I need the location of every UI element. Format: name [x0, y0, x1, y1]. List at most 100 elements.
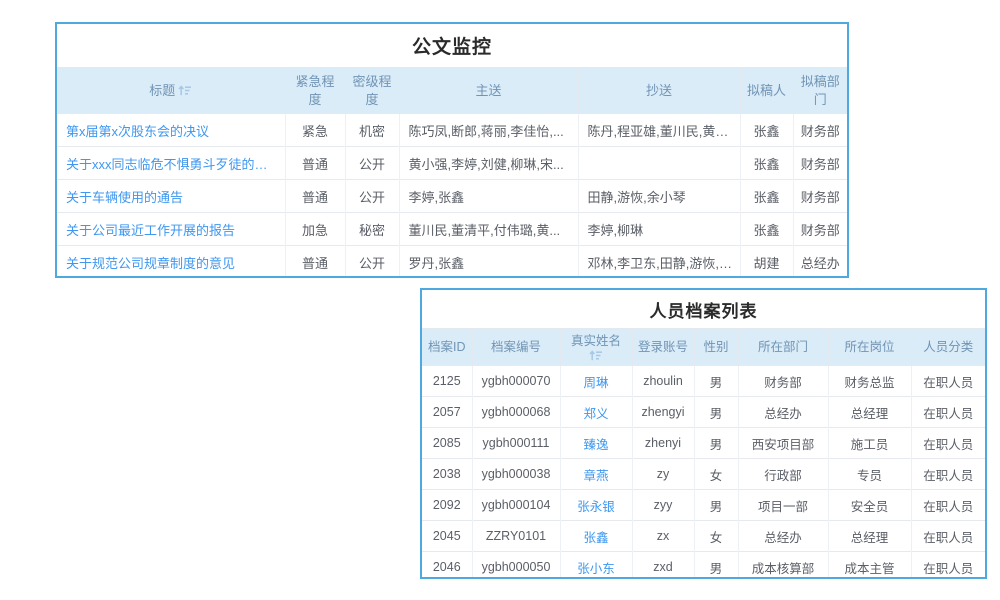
table-cell: 2038	[422, 459, 472, 490]
table-cell: 李婷,张鑫	[399, 180, 578, 213]
table-cell: 紧急	[285, 114, 345, 147]
table-cell: 张鑫	[740, 213, 793, 246]
column-header-5: 拟稿人	[740, 68, 793, 114]
table-cell: 张鑫	[740, 147, 793, 180]
table-cell: zy	[632, 459, 694, 490]
table-row: 2045ZZRY0101张鑫zx女总经办总经理在职人员	[422, 521, 985, 552]
table-row: 关于车辆使用的通告普通公开李婷,张鑫田静,游恢,余小琴张鑫财务部	[57, 180, 847, 213]
column-header-2[interactable]: 真实姓名	[560, 329, 632, 366]
table-cell: 公开	[345, 147, 399, 180]
table-cell: 财务部	[793, 114, 847, 147]
column-header-label: 所在岗位	[844, 340, 894, 354]
table-row: 关于公司最近工作开展的报告加急秘密董川民,董清平,付伟璐,黄...李婷,柳琳张鑫…	[57, 213, 847, 246]
column-header-0: 档案ID	[422, 329, 472, 366]
record-link[interactable]: 章燕	[560, 459, 632, 490]
table-cell: 行政部	[738, 459, 828, 490]
record-link[interactable]: 关于xxx同志临危不惧勇斗歹徒的通报	[57, 147, 285, 180]
sort-ascending-icon[interactable]	[589, 350, 603, 361]
table-cell: 2057	[422, 397, 472, 428]
record-link[interactable]: 张小东	[560, 552, 632, 580]
table-row: 关于xxx同志临危不惧勇斗歹徒的通报普通公开黄小强,李婷,刘健,柳琳,宋...张…	[57, 147, 847, 180]
table-cell: 成本主管	[828, 552, 911, 580]
table-cell: ygbh000050	[472, 552, 560, 580]
table-cell: ygbh000104	[472, 490, 560, 521]
table-cell: 女	[694, 459, 738, 490]
table-cell: 陈丹,程亚雄,董川民,黄思璐...	[578, 114, 740, 147]
table-cell: 机密	[345, 114, 399, 147]
table-cell: 普通	[285, 147, 345, 180]
table-cell: 公开	[345, 180, 399, 213]
record-link[interactable]: 关于车辆使用的通告	[57, 180, 285, 213]
table-cell: 在职人员	[911, 366, 985, 397]
table-cell: 财务部	[793, 213, 847, 246]
record-link[interactable]: 张鑫	[560, 521, 632, 552]
table-cell: 张鑫	[740, 180, 793, 213]
table-cell: 成本核算部	[738, 552, 828, 580]
table-row: 2125ygbh000070周琳zhoulin男财务部财务总监在职人员	[422, 366, 985, 397]
table-cell: 在职人员	[911, 428, 985, 459]
table-cell: 总经办	[738, 521, 828, 552]
column-header-6: 拟稿部门	[793, 68, 847, 114]
table-cell: 在职人员	[911, 490, 985, 521]
record-link[interactable]: 臻逸	[560, 428, 632, 459]
table-cell: 女	[694, 521, 738, 552]
table-cell: 安全员	[828, 490, 911, 521]
column-header-label: 紧急程度	[295, 74, 334, 107]
table-cell: zhenyi	[632, 428, 694, 459]
table-cell: 总经办	[738, 397, 828, 428]
table-cell: zhengyi	[632, 397, 694, 428]
table-cell: 2092	[422, 490, 472, 521]
record-link[interactable]: 第x届第x次股东会的决议	[57, 114, 285, 147]
table-cell: 男	[694, 428, 738, 459]
table-cell: zx	[632, 521, 694, 552]
column-header-label: 抄送	[646, 83, 672, 98]
column-header-label: 拟稿部门	[801, 74, 840, 107]
table-cell: 在职人员	[911, 397, 985, 428]
column-header-label: 所在部门	[758, 340, 808, 354]
column-header-0[interactable]: 标题	[57, 68, 285, 114]
table-row: 2046ygbh000050张小东zxd男成本核算部成本主管在职人员	[422, 552, 985, 580]
table-cell: 张鑫	[740, 114, 793, 147]
record-link[interactable]: 关于公司最近工作开展的报告	[57, 213, 285, 246]
column-header-label: 档案ID	[428, 340, 466, 354]
personnel-table-header-row: 档案ID档案编号真实姓名登录账号性别所在部门所在岗位人员分类	[422, 329, 985, 366]
column-header-5: 所在部门	[738, 329, 828, 366]
table-cell: 总经理	[828, 397, 911, 428]
table-cell: zhoulin	[632, 366, 694, 397]
column-header-3: 主送	[399, 68, 578, 114]
column-header-1: 档案编号	[472, 329, 560, 366]
document-table-header-row: 标题紧急程度密级程度主送抄送拟稿人拟稿部门	[57, 68, 847, 114]
table-cell: 2046	[422, 552, 472, 580]
table-cell: ygbh000038	[472, 459, 560, 490]
column-header-label: 人员分类	[923, 340, 973, 354]
record-link[interactable]: 郑义	[560, 397, 632, 428]
column-header-4: 抄送	[578, 68, 740, 114]
table-cell: ygbh000111	[472, 428, 560, 459]
table-row: 关于规范公司规章制度的意见普通公开罗丹,张鑫邓林,李卫东,田静,游恢,余...胡…	[57, 246, 847, 279]
record-link[interactable]: 周琳	[560, 366, 632, 397]
sort-ascending-icon[interactable]	[178, 85, 192, 96]
table-cell: 加急	[285, 213, 345, 246]
table-cell: 罗丹,张鑫	[399, 246, 578, 279]
column-header-label: 真实姓名	[571, 334, 621, 348]
column-header-label: 拟稿人	[747, 83, 786, 98]
personnel-archive-panel: 人员档案列表 档案ID档案编号真实姓名登录账号性别所在部门所在岗位人员分类 21…	[420, 288, 987, 579]
table-cell: 普通	[285, 180, 345, 213]
record-link[interactable]: 关于规范公司规章制度的意见	[57, 246, 285, 279]
table-cell: ZZRY0101	[472, 521, 560, 552]
record-link[interactable]: 张永银	[560, 490, 632, 521]
table-cell: 男	[694, 397, 738, 428]
table-cell: 秘密	[345, 213, 399, 246]
table-cell: 2045	[422, 521, 472, 552]
table-row: 2057ygbh000068郑义zhengyi男总经办总经理在职人员	[422, 397, 985, 428]
table-cell: 胡建	[740, 246, 793, 279]
table-cell: 总经办	[793, 246, 847, 279]
document-monitor-title: 公文监控	[57, 24, 847, 67]
column-header-label: 主送	[475, 83, 501, 98]
table-cell: 邓林,李卫东,田静,游恢,余...	[578, 246, 740, 279]
table-cell: 陈巧凤,断郎,蒋丽,李佳怡,...	[399, 114, 578, 147]
column-header-label: 标题	[149, 83, 175, 98]
table-row: 第x届第x次股东会的决议紧急机密陈巧凤,断郎,蒋丽,李佳怡,...陈丹,程亚雄,…	[57, 114, 847, 147]
table-cell: 财务部	[793, 180, 847, 213]
personnel-archive-table: 档案ID档案编号真实姓名登录账号性别所在部门所在岗位人员分类 2125ygbh0…	[422, 328, 985, 579]
